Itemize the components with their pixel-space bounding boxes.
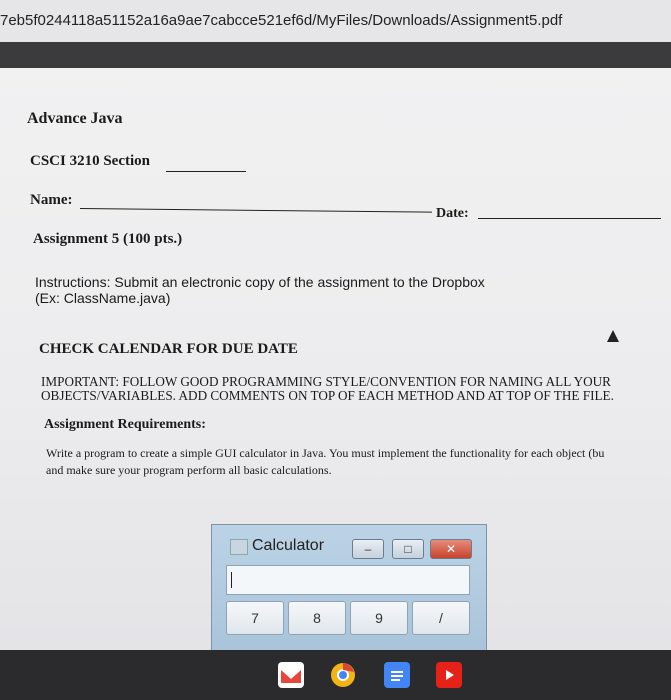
docs-icon[interactable] <box>384 662 410 688</box>
close-button[interactable]: ✕ <box>430 539 472 559</box>
requirements-line-2: and make sure your program perform all b… <box>46 463 332 477</box>
pdf-toolbar <box>0 42 671 68</box>
gmail-icon[interactable] <box>278 662 304 688</box>
maximize-button[interactable]: □ <box>392 539 424 559</box>
key-divide[interactable]: / <box>412 601 470 635</box>
calculator-app-icon <box>230 539 248 555</box>
taskbar <box>0 650 671 700</box>
calculator-window: Calculator – □ ✕ 7 8 9 / <box>211 524 487 651</box>
course-title: Advance Java <box>27 110 123 127</box>
section-label: CSCI 3210 Section <box>30 153 151 169</box>
name-label: Name: <box>30 192 73 208</box>
assignment-title: Assignment 5 (100 pts.) <box>33 231 183 247</box>
calendar-notice: CHECK CALENDAR FOR DUE DATE <box>39 341 298 357</box>
key-9[interactable]: 9 <box>350 601 408 635</box>
important-line-2: OBJECTS/VARIABLES. ADD COMMENTS ON TOP O… <box>41 388 614 403</box>
date-label: Date: <box>436 206 469 221</box>
date-line <box>478 218 661 219</box>
address-bar[interactable]: 7eb5f0244118a51152a16a9ae7cabcce521ef6d/… <box>0 0 671 42</box>
calculator-title: Calculator <box>252 537 325 554</box>
instructions-line-1: Instructions: Submit an electronic copy … <box>35 274 485 290</box>
url-text: 7eb5f0244118a51152a16a9ae7cabcce521ef6d/… <box>0 12 563 29</box>
requirements-line-1: Write a program to create a simple GUI c… <box>46 446 605 460</box>
instructions-line-2: (Ex: ClassName.java) <box>35 290 171 306</box>
name-line <box>79 208 432 213</box>
mouse-cursor-icon <box>607 330 619 342</box>
calculator-display[interactable] <box>226 565 470 595</box>
key-7[interactable]: 7 <box>226 601 284 635</box>
section-line <box>166 171 246 172</box>
youtube-icon[interactable] <box>436 662 462 688</box>
minimize-button[interactable]: – <box>352 539 384 559</box>
text-caret <box>231 572 232 588</box>
requirements-heading: Assignment Requirements: <box>44 417 206 432</box>
key-8[interactable]: 8 <box>288 601 346 635</box>
chrome-icon[interactable] <box>330 662 356 688</box>
